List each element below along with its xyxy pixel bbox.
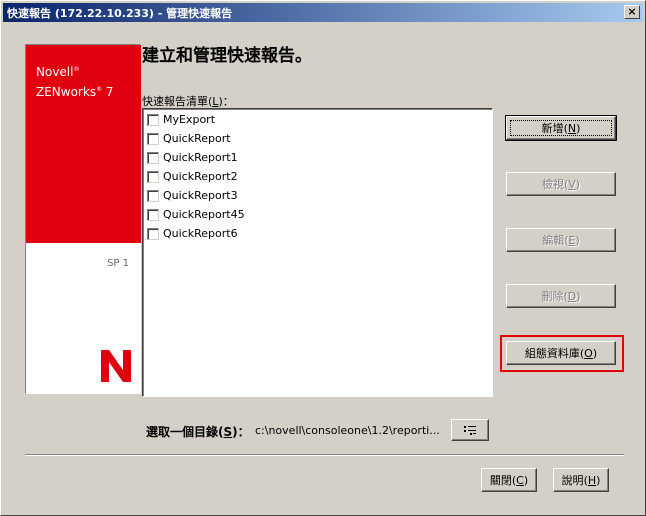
label-text: 選取一個目錄(	[146, 425, 224, 439]
button-label: 刪除	[541, 290, 564, 303]
label-access-key: S	[223, 425, 233, 439]
report-checkbox[interactable]	[147, 170, 159, 183]
quick-report-dialog: 快速報告 (172.22.10.233) - 管理快速報告 × Novell® …	[0, 0, 646, 516]
report-checkbox[interactable]	[147, 132, 159, 145]
report-name: QuickReport1	[163, 151, 238, 164]
brand-company: Novell	[36, 65, 74, 79]
brand-product: ZENworks	[36, 85, 97, 99]
delete-button[interactable]: 刪除(D)	[506, 284, 616, 308]
report-list[interactable]: MyExport QuickReport QuickReport1 QuickR…	[142, 108, 493, 397]
list-item[interactable]: QuickReport6	[147, 224, 238, 243]
new-button[interactable]: 新增(N)	[505, 115, 617, 141]
close-button[interactable]: 關閉(C)	[481, 468, 537, 492]
list-item[interactable]: QuickReport	[147, 129, 231, 148]
report-name: MyExport	[163, 113, 216, 126]
report-checkbox[interactable]	[147, 208, 159, 221]
report-checkbox[interactable]	[147, 151, 159, 164]
label-text: 快速報告清單(	[142, 95, 213, 108]
report-name: QuickReport3	[163, 189, 238, 202]
brand-banner: Novell® ZENworks® 7	[26, 45, 141, 243]
help-button[interactable]: 說明(H)	[553, 468, 609, 492]
report-list-label: 快速報告清單(L)：	[142, 93, 234, 109]
list-item[interactable]: MyExport	[147, 110, 215, 129]
label-suffix: )：	[218, 95, 234, 108]
button-access-key: V	[568, 177, 576, 191]
close-window-button[interactable]: ×	[624, 5, 640, 19]
button-access-key: H	[587, 473, 597, 487]
button-access-key: C	[516, 473, 524, 487]
list-item[interactable]: QuickReport2	[147, 167, 238, 186]
page-heading: 建立和管理快速報告。	[142, 46, 312, 66]
novell-n-logo-icon	[101, 350, 131, 382]
browse-icon	[464, 426, 476, 435]
button-label: 關閉	[489, 474, 512, 487]
view-button[interactable]: 檢視(V)	[506, 172, 616, 196]
registered-mark: ®	[73, 66, 80, 73]
brand-version: 7	[105, 85, 114, 99]
label-suffix: )：	[232, 425, 250, 439]
registered-mark: ®	[96, 86, 103, 93]
close-icon: ×	[627, 5, 637, 18]
configure-database-button[interactable]: 組態資料庫(O)	[506, 341, 616, 365]
focus-rect	[510, 120, 612, 136]
button-label: 編輯	[542, 234, 565, 247]
directory-path: c:\novell\consoleone\1.2\reporti...	[255, 424, 440, 437]
window-title: 快速報告 (172.22.10.233) - 管理快速報告	[7, 7, 233, 20]
report-name: QuickReport6	[163, 227, 238, 240]
product-name: Novell® ZENworks® 7	[36, 61, 114, 101]
report-checkbox[interactable]	[147, 113, 159, 126]
report-checkbox[interactable]	[147, 189, 159, 202]
directory-label: 選取一個目錄(S)：	[146, 423, 250, 440]
button-label: 說明	[561, 474, 584, 487]
brand-panel: Novell® ZENworks® 7 SP 1	[25, 44, 141, 394]
title-bar[interactable]: 快速報告 (172.22.10.233) - 管理快速報告 ×	[3, 3, 643, 22]
report-name: QuickReport45	[163, 208, 245, 221]
separator-line	[25, 454, 624, 456]
list-item[interactable]: QuickReport3	[147, 186, 238, 205]
button-label: 組態資料庫	[524, 347, 580, 360]
button-label: 檢視	[541, 178, 564, 191]
report-checkbox[interactable]	[147, 227, 159, 240]
list-item[interactable]: QuickReport1	[147, 148, 238, 167]
browse-directory-button[interactable]	[451, 419, 489, 441]
report-name: QuickReport	[163, 132, 231, 145]
list-item[interactable]: QuickReport45	[147, 205, 245, 224]
report-name: QuickReport2	[163, 170, 238, 183]
button-access-key: D	[567, 289, 577, 303]
service-pack-label: SP 1	[107, 258, 129, 269]
edit-button[interactable]: 編輯(E)	[506, 228, 616, 252]
button-access-key: E	[568, 233, 576, 247]
button-access-key: O	[584, 346, 593, 360]
